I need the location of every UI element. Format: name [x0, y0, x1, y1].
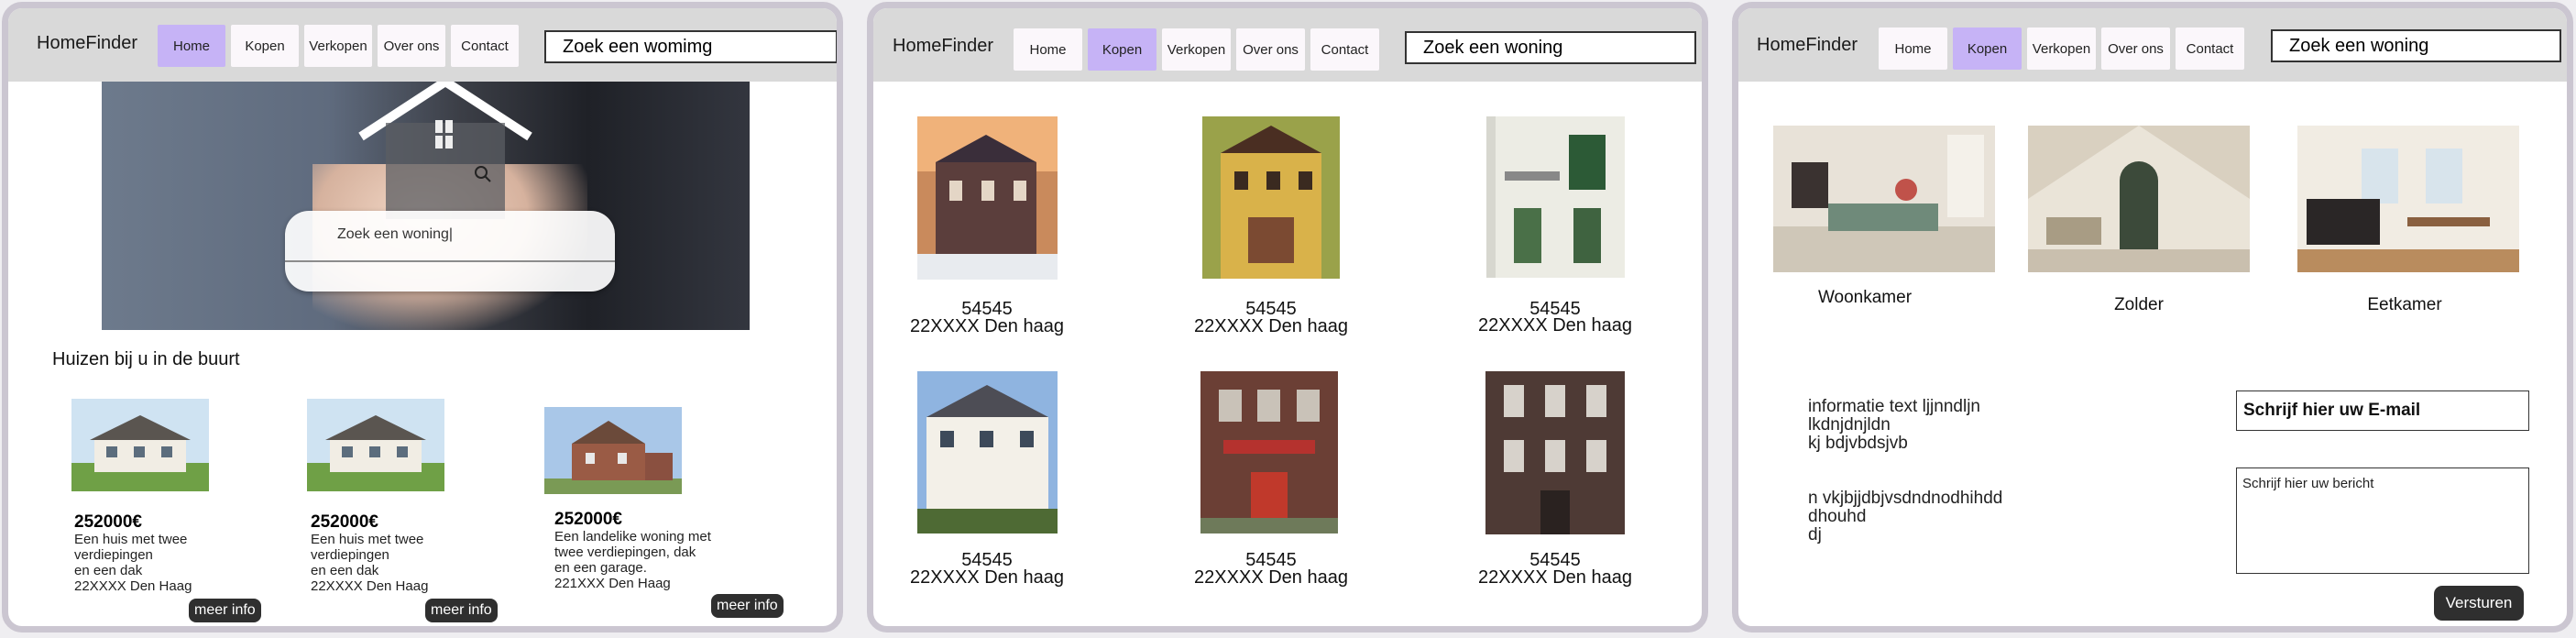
section-title: Huizen bij u in de buurt [52, 349, 240, 369]
divider [285, 260, 615, 262]
nav-kopen[interactable]: Kopen [1953, 28, 2022, 70]
nav-home[interactable]: Home [158, 25, 225, 67]
room-photo-zolder[interactable] [2028, 126, 2250, 272]
header: HomeFinder Home Kopen Verkopen Over ons … [1738, 8, 2567, 82]
search-input[interactable]: Zoek een woning [2271, 29, 2561, 62]
kopen-page-panel: HomeFinder Home Kopen Verkopen Over ons … [867, 2, 1708, 632]
email-field[interactable]: Schrijf hier uw E-mail [2236, 390, 2529, 431]
detail-page-panel: HomeFinder Home Kopen Verkopen Over ons … [1732, 2, 2573, 632]
listing-address: 22XXXX Den haag [1478, 567, 1632, 588]
nav-verkopen[interactable]: Verkopen [1162, 28, 1231, 71]
listing-photo[interactable] [1485, 371, 1625, 534]
room-label: Eetkamer [2367, 295, 2442, 314]
nav-over-ons[interactable]: Over ons [2101, 28, 2170, 70]
card-description: Een huis met twee verdiepingen en een da… [74, 532, 192, 594]
listing-photo[interactable] [917, 371, 1058, 534]
house-photo[interactable] [71, 399, 209, 491]
nav-kopen[interactable]: Kopen [1088, 28, 1156, 71]
listing-address: 22XXXX Den haag [910, 567, 1064, 588]
hero-search-bar[interactable]: Zoek een woning| [285, 211, 615, 292]
more-info-button[interactable]: meer info [425, 599, 498, 622]
listing-address: 22XXXX Den haag [1194, 567, 1348, 588]
header: HomeFinder Home Kopen Verkopen Over ons … [8, 8, 837, 82]
listing-address: 22XXXX Den haag [1478, 315, 1632, 336]
logo[interactable]: HomeFinder [1757, 35, 1858, 56]
search-input[interactable]: Zoek een womimg [544, 30, 837, 63]
main-nav: Home Kopen Verkopen Over ons Contact [1014, 28, 1379, 71]
card-description: Een landelike woning met twee verdieping… [554, 529, 711, 591]
nav-home[interactable]: Home [1879, 28, 1947, 70]
card-price: 252000€ [74, 512, 142, 532]
card-price: 252000€ [311, 512, 378, 532]
main-nav: Home Kopen Verkopen Over ons Contact [158, 25, 519, 67]
listing-address: 22XXXX Den haag [910, 316, 1064, 336]
info-text-block: informatie text ljjnndljn lkdnjdnjldn kj… [1808, 397, 1980, 453]
listing-photo[interactable] [1486, 116, 1625, 278]
hero-search-input[interactable]: Zoek een woning| [337, 226, 453, 243]
listing-photo[interactable] [917, 116, 1058, 280]
house-photo[interactable] [544, 404, 682, 497]
nav-contact[interactable]: Contact [1310, 28, 1379, 71]
nav-contact[interactable]: Contact [2176, 28, 2244, 70]
info-text-block: n vkjbjjdbjvsdndnodhihdd dhouhd dj [1808, 489, 2003, 544]
room-label: Woonkamer [1817, 288, 1913, 307]
card-price: 252000€ [554, 510, 622, 529]
nav-contact[interactable]: Contact [451, 25, 519, 67]
home-page-panel: HomeFinder Home Kopen Verkopen Over ons … [2, 2, 843, 632]
main-nav: Home Kopen Verkopen Over ons Contact [1879, 28, 2244, 70]
search-input[interactable]: Zoek een woning [1405, 31, 1696, 64]
more-info-button[interactable]: meer info [189, 599, 261, 622]
nav-over-ons[interactable]: Over ons [378, 25, 445, 67]
nav-over-ons[interactable]: Over ons [1236, 28, 1305, 71]
header: HomeFinder Home Kopen Verkopen Over ons … [873, 8, 1702, 82]
nav-verkopen[interactable]: Verkopen [304, 25, 372, 67]
card-description: Een huis met twee verdiepingen en een da… [311, 532, 429, 594]
listing-photo[interactable] [1200, 371, 1338, 534]
house-icon [358, 82, 532, 219]
nav-verkopen[interactable]: Verkopen [2027, 28, 2096, 70]
more-info-button[interactable]: meer info [711, 594, 784, 618]
message-field[interactable]: Schrijf hier uw bericht [2236, 468, 2529, 574]
listing-address: 22XXXX Den haag [1194, 316, 1348, 336]
nav-kopen[interactable]: Kopen [231, 25, 299, 67]
logo[interactable]: HomeFinder [37, 33, 137, 54]
room-photo-woonkamer[interactable] [1773, 126, 1995, 272]
listing-photo[interactable] [1202, 116, 1340, 279]
house-photo[interactable] [307, 399, 444, 491]
logo[interactable]: HomeFinder [893, 36, 993, 57]
send-button[interactable]: Versturen [2434, 586, 2524, 621]
hero-banner: Zoek een woning| [102, 82, 750, 330]
nav-home[interactable]: Home [1014, 28, 1082, 71]
room-photo-eetkamer[interactable] [2297, 126, 2519, 272]
room-label: Zolder [2114, 295, 2164, 314]
